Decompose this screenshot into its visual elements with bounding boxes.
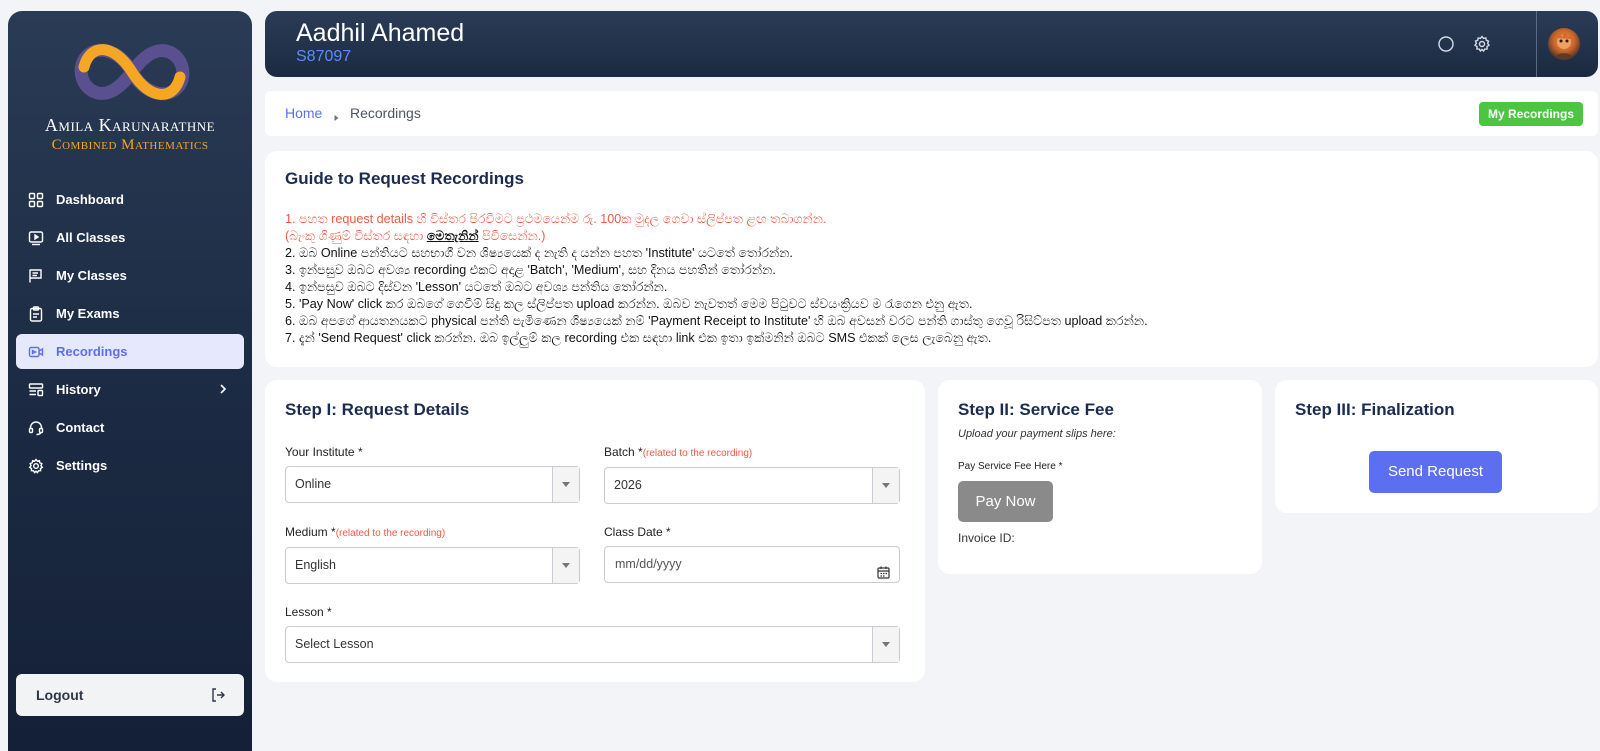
chevron-down-icon (872, 468, 899, 503)
sidebar-item-contact[interactable]: Contact (16, 410, 244, 445)
medium-label-text: Medium * (285, 525, 336, 539)
step3-finalization-card: Step III: Finalization Send Request (1275, 380, 1598, 513)
chevron-down-icon (872, 627, 899, 662)
gear-icon[interactable] (1473, 35, 1491, 53)
brand-name: Amila Karunarathne (44, 115, 216, 135)
avatar[interactable] (1548, 28, 1580, 60)
brand-logo (70, 37, 194, 107)
chevron-down-icon (552, 467, 579, 502)
headset-icon (28, 420, 44, 436)
lesson-label: Lesson * (285, 605, 332, 619)
sidebar: Amila Karunarathne Combined Mathematics … (8, 11, 252, 751)
video-icon (28, 344, 44, 360)
invoice-id-label: Invoice ID: (958, 531, 1015, 545)
logout-label: Logout (36, 687, 84, 703)
theme-toggle-icon[interactable] (1437, 35, 1455, 53)
chevron-right-icon (216, 382, 230, 396)
send-request-button[interactable]: Send Request (1369, 451, 1502, 493)
guide-line-3: 3. ඉන්පසුව ඔබට අවශ්‍ය recording එකට අදාළ… (285, 263, 776, 277)
play-screen-icon (28, 230, 44, 246)
clipboard-icon (28, 305, 44, 322)
institute-select[interactable]: Online (285, 466, 580, 503)
guide-line-1: 1. පහත request details හි විස්තර පිරවීමට… (285, 212, 827, 226)
logout-button[interactable]: Logout (16, 674, 244, 716)
batch-hint: (related to the recording) (642, 448, 753, 459)
step3-title: Step III: Finalization (1295, 400, 1455, 419)
user-name: Aadhil Ahamed (296, 19, 465, 47)
top-header: Aadhil Ahamed S87097 (265, 11, 1598, 77)
sidebar-item-my-classes[interactable]: My Classes (16, 258, 244, 293)
sidebar-item-label: Recordings (56, 344, 128, 359)
sidebar-item-label: Settings (56, 458, 108, 473)
step2-subtitle: Upload your payment slips here: (958, 428, 1116, 440)
header-divider (1536, 11, 1537, 77)
guide-line-1b-pre: (බැංකු ගිණුම් විස්තර සඳහා (285, 229, 427, 243)
sidebar-item-label: History (56, 382, 101, 397)
guide-line-4: 4. ඉන්පසුව ඔබට දිස්වන 'Lesson' යටතේ ඔබට … (285, 280, 668, 294)
sidebar-item-settings[interactable]: Settings (16, 448, 244, 483)
bank-details-link[interactable]: මෙතැනින් (427, 229, 479, 243)
guide-line-1b: (බැංකු ගිණුම් විස්තර සඳහා මෙතැනින් පිවිස… (285, 228, 1148, 245)
guide-instructions: 1. පහත request details හි විස්තර පිරවීමට… (285, 211, 1148, 347)
class-date-label-text: Class Date * (604, 525, 671, 539)
lesson-label-text: Lesson * (285, 605, 332, 619)
breadcrumb-separator-icon (333, 109, 340, 121)
guide-line-5: 5. 'Pay Now' click කර ඔබගේ ගෙවීම් සිදු ක… (285, 297, 973, 311)
guide-card: Guide to Request Recordings 1. පහත reque… (265, 151, 1598, 367)
breadcrumb-home-link[interactable]: Home (285, 105, 322, 121)
lesson-select-value: Select Lesson (295, 637, 374, 651)
breadcrumb: Home Recordings My Recordings (265, 91, 1598, 136)
sidebar-item-dashboard[interactable]: Dashboard (16, 182, 244, 217)
grid-icon (28, 192, 44, 208)
gear-icon (28, 457, 44, 474)
user-id: S87097 (296, 48, 352, 65)
batch-select[interactable]: 2026 (604, 467, 900, 504)
sidebar-item-recordings[interactable]: Recordings (16, 334, 244, 369)
medium-label: Medium *(related to the recording) (285, 525, 445, 539)
pay-now-button[interactable]: Pay Now (958, 481, 1053, 522)
step1-request-details-card: Step I: Request Details Your Institute *… (265, 380, 925, 682)
chevron-down-icon (552, 548, 579, 583)
sidebar-item-my-exams[interactable]: My Exams (16, 296, 244, 331)
step1-title: Step I: Request Details (285, 400, 470, 419)
medium-select-value: English (295, 558, 336, 572)
calendar-icon[interactable] (877, 558, 890, 579)
brand-subtitle: Combined Mathematics (51, 137, 209, 153)
step2-title: Step II: Service Fee (958, 400, 1114, 419)
logout-icon (210, 687, 226, 703)
list-board-icon (28, 268, 44, 284)
sidebar-item-label: Contact (56, 420, 105, 435)
medium-hint: (related to the recording) (335, 528, 446, 539)
breadcrumb-current: Recordings (350, 105, 421, 121)
sidebar-item-history[interactable]: History (16, 372, 244, 407)
batch-select-value: 2026 (614, 478, 642, 492)
sidebar-item-label: Dashboard (56, 192, 124, 207)
sidebar-item-all-classes[interactable]: All Classes (16, 220, 244, 255)
guide-title: Guide to Request Recordings (285, 169, 524, 188)
medium-select[interactable]: English (285, 547, 580, 584)
institute-label: Your Institute * (285, 445, 363, 459)
history-icon (28, 382, 44, 398)
guide-line-1b-post: පිවිසෙන්න.) (478, 229, 546, 243)
lesson-select[interactable]: Select Lesson (285, 626, 900, 663)
step2-service-fee-card: Step II: Service Fee Upload your payment… (938, 380, 1262, 574)
sidebar-nav: Dashboard All Classes My Classes My Exam… (16, 182, 244, 486)
class-date-input[interactable]: mm/dd/yyyy (604, 546, 900, 583)
batch-label: Batch *(related to the recording) (604, 445, 752, 459)
guide-line-2: 2. ඔබ Online පන්තියට සහභාගී වන ශිෂ්‍යයෙක… (285, 246, 793, 260)
guide-line-6: 6. ඔබ අපගේ ආයතනයකට physical පන්ති පැමිණෙ… (285, 314, 1148, 328)
my-recordings-button[interactable]: My Recordings (1479, 102, 1584, 126)
batch-label-text: Batch * (604, 445, 643, 459)
sidebar-item-label: My Classes (56, 268, 127, 283)
institute-label-text: Your Institute * (285, 445, 363, 459)
guide-line-7: 7. දැන් 'Send Request' click කරන්න. ඔබ ඉ… (285, 331, 992, 345)
sidebar-item-label: All Classes (56, 230, 126, 245)
pay-service-fee-label: Pay Service Fee Here * (958, 461, 1063, 472)
class-date-placeholder: mm/dd/yyyy (615, 557, 682, 571)
institute-select-value: Online (295, 477, 332, 491)
class-date-label: Class Date * (604, 525, 671, 539)
sidebar-item-label: My Exams (56, 306, 120, 321)
